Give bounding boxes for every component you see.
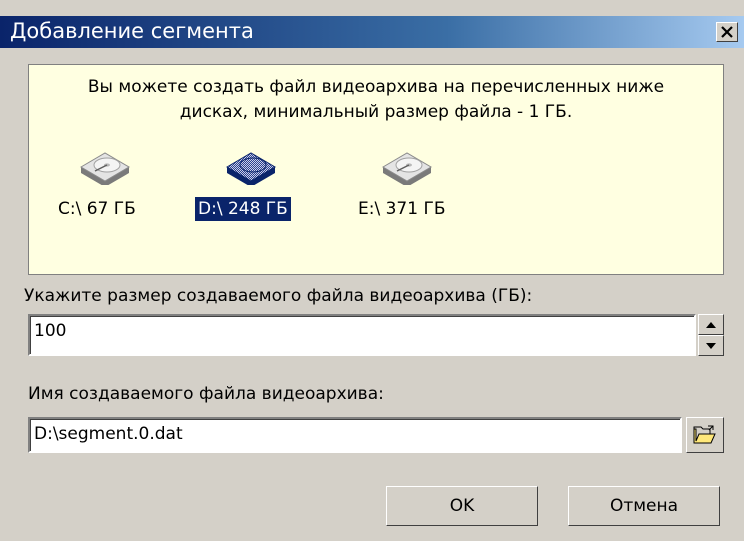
info-text: Вы можете создать файл видеоархива на пе… <box>39 75 713 125</box>
close-icon <box>721 26 733 38</box>
hard-disk-icon <box>382 152 432 185</box>
arrow-up-icon <box>706 321 716 328</box>
spin-down-button[interactable] <box>698 335 724 356</box>
disk-info-panel: Вы можете создать файл видеоархива на пе… <box>28 64 724 275</box>
arrow-down-icon <box>706 342 716 349</box>
info-line-2: дисках, минимальный размер файла - 1 ГБ. <box>179 102 573 122</box>
disk-label-c: C:\ 67 ГБ <box>58 199 136 219</box>
dialog-title: Добавление сегмента <box>10 19 254 43</box>
size-input[interactable]: 100 <box>28 314 696 356</box>
spin-up-button[interactable] <box>698 314 724 335</box>
browse-button[interactable] <box>686 417 724 453</box>
open-folder-icon <box>693 425 716 444</box>
disk-label-e: E:\ 371 ГБ <box>358 199 446 219</box>
hard-disk-icon <box>226 152 276 185</box>
info-line-1: Вы можете создать файл видеоархива на пе… <box>87 77 665 97</box>
size-label: Укажите размер создаваемого файла видеоа… <box>24 286 533 306</box>
size-spinner[interactable] <box>698 314 724 356</box>
close-button[interactable] <box>716 22 738 42</box>
dialog-window: Добавление сегмента Вы можете создать фа… <box>0 0 744 541</box>
filename-input[interactable]: D:\segment.0.dat <box>28 417 682 453</box>
disk-label-d: D:\ 248 ГБ <box>195 197 291 221</box>
title-bar[interactable]: Добавление сегмента <box>0 16 744 48</box>
cancel-button[interactable]: Отмена <box>568 486 720 526</box>
ok-button[interactable]: OK <box>386 486 538 526</box>
hard-disk-icon <box>80 152 130 185</box>
filename-label: Имя создаваемого файла видеоархива: <box>28 384 384 404</box>
